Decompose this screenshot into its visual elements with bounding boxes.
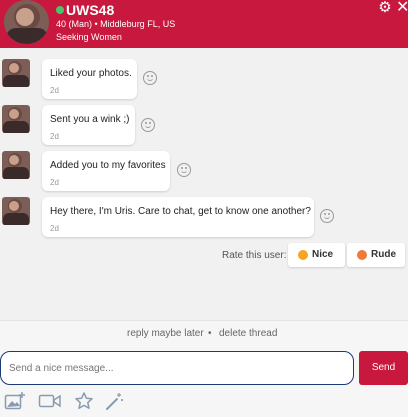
message-time: 2d [50,224,59,233]
message-bubble: Hey there, I'm Uris. Care to chat, get t… [42,197,314,237]
video-icon[interactable] [38,391,62,411]
add-photo-icon[interactable] [4,391,26,411]
message-text: Liked your photos. [50,68,132,79]
rude-label: Rude [371,249,396,260]
close-icon[interactable]: ✕ [396,0,408,16]
avatar[interactable] [4,0,49,44]
online-status-dot [56,6,64,14]
delete-thread-link[interactable]: delete thread [219,328,277,340]
avatar[interactable] [2,151,30,179]
avatar[interactable] [2,59,30,87]
message-input[interactable] [0,351,354,385]
message-time: 2d [50,86,59,95]
angry-emoji-icon [357,250,367,260]
message-bubble: Added you to my favorites 2d [42,151,170,191]
message-text: Hey there, I'm Uris. Care to chat, get t… [50,206,311,217]
message-time: 2d [50,132,59,141]
thumbs-up-emoji-icon [298,250,308,260]
star-icon[interactable] [74,391,94,411]
separator: • [208,328,212,339]
seeking-text: Seeking Women [56,32,122,42]
send-button[interactable]: Send [359,351,408,385]
avatar[interactable] [2,105,30,133]
smiley-icon[interactable] [177,163,191,177]
magic-wand-icon[interactable] [104,391,124,411]
message-bubble: Sent you a wink ;) 2d [42,105,135,145]
rude-button[interactable]: Rude [347,243,405,267]
message-bubble: Liked your photos. 2d [42,59,137,99]
avatar[interactable] [2,197,30,225]
reply-later-link[interactable]: reply maybe later [127,328,204,340]
nice-label: Nice [312,249,334,260]
smiley-icon[interactable] [141,118,155,132]
gear-icon[interactable]: ⚙ [377,0,393,16]
message-text: Sent you a wink ;) [50,114,130,125]
message-time: 2d [50,178,59,187]
smiley-icon[interactable] [320,209,334,223]
nice-button[interactable]: Nice [288,243,345,267]
smiley-icon[interactable] [143,71,157,85]
message-text: Added you to my favorites [50,160,166,171]
profile-details: 40 (Man) • Middleburg FL, US [56,19,176,29]
username[interactable]: UWS48 [66,2,114,18]
rate-label: Rate this user: [222,250,287,261]
chat-header: UWS48 40 (Man) • Middleburg FL, US Seeki… [0,0,408,48]
